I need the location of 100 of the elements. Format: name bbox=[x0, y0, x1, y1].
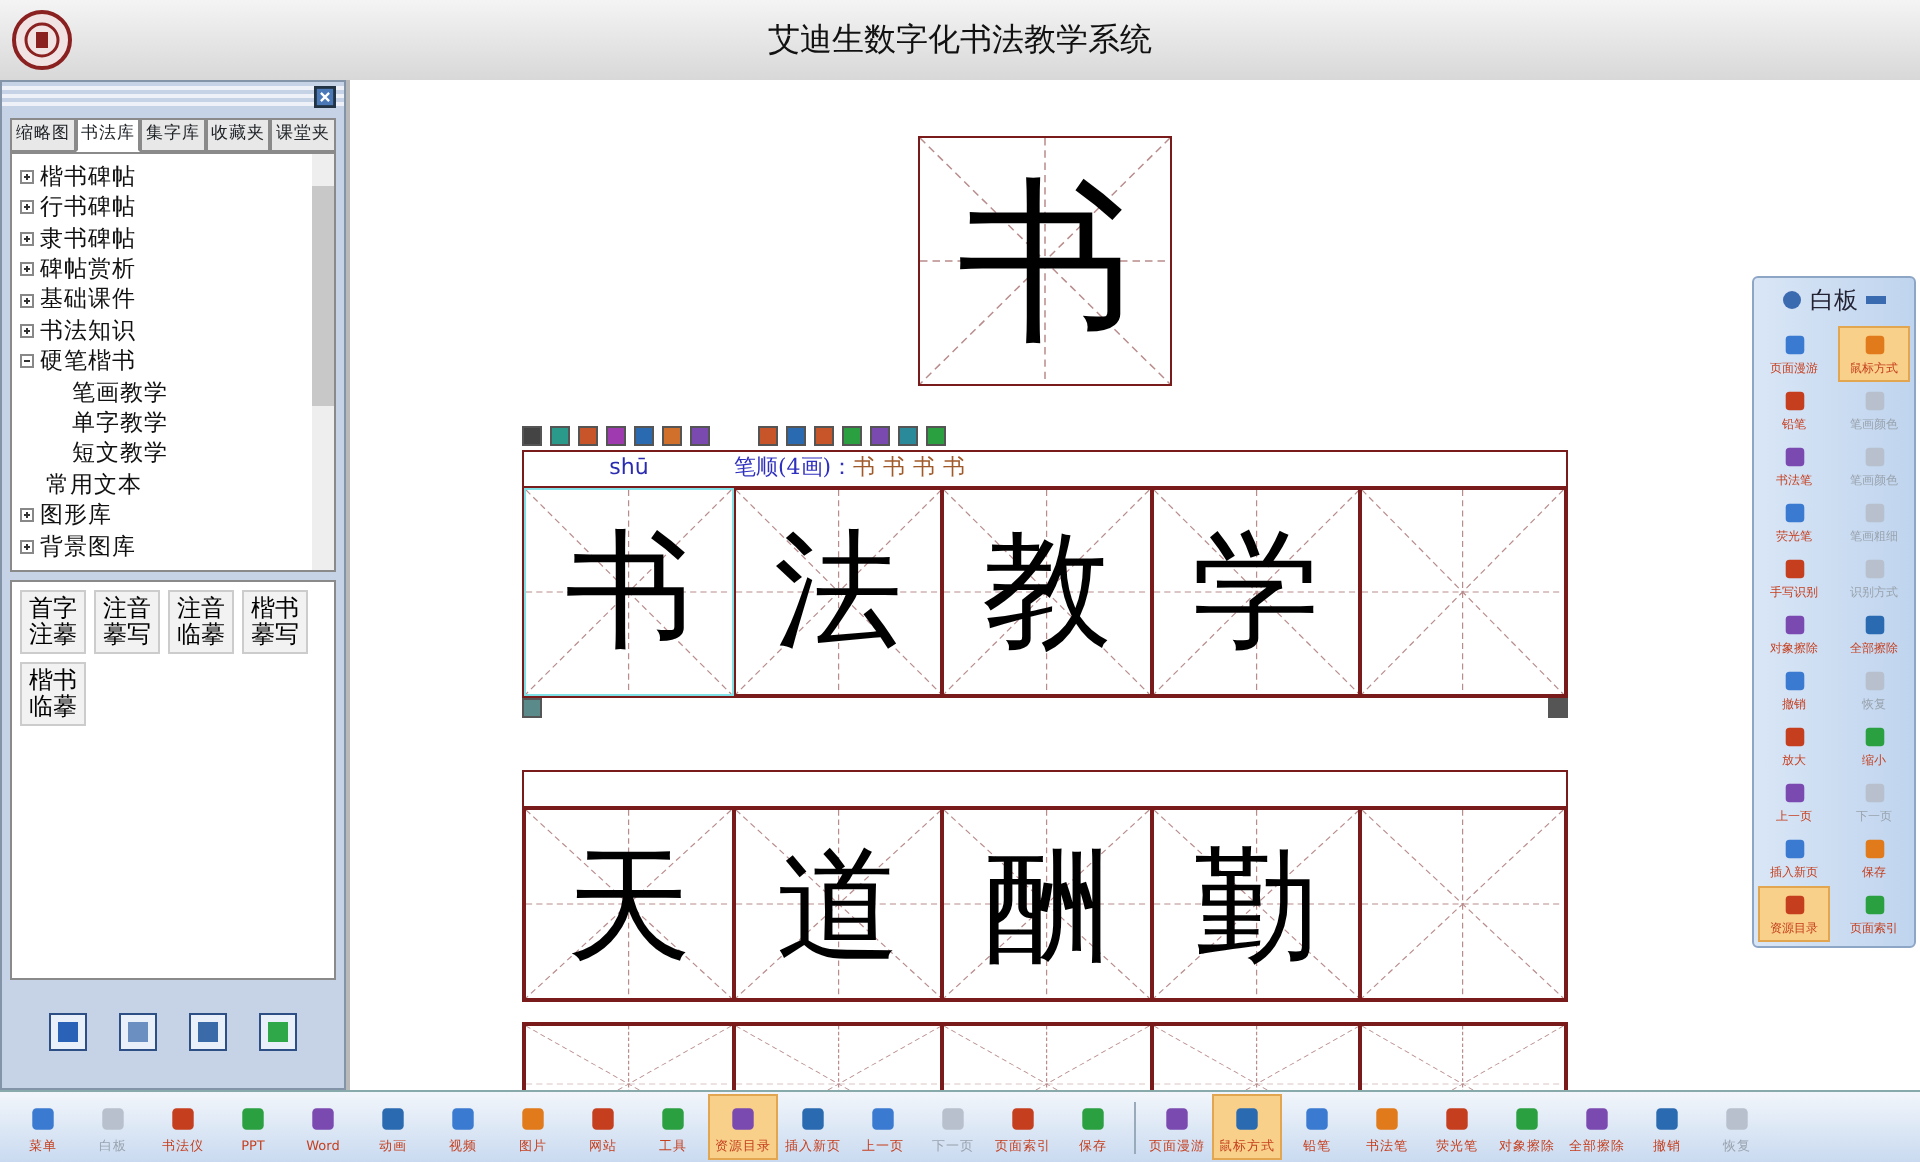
tree-item[interactable]: 基础课件 bbox=[40, 284, 136, 316]
character-cell: 道 bbox=[733, 808, 943, 1000]
expander-icon[interactable] bbox=[20, 231, 34, 246]
color-swatch-icon[interactable] bbox=[662, 426, 682, 446]
tile-icon bbox=[1861, 388, 1887, 414]
handle-icon[interactable] bbox=[1548, 698, 1568, 718]
color-swatch-icon[interactable] bbox=[758, 426, 778, 446]
tile-icon bbox=[518, 1103, 548, 1133]
mode-button[interactable]: 注音 摹写 bbox=[94, 589, 160, 654]
tile-icon bbox=[1781, 668, 1807, 694]
tile-icon bbox=[168, 1103, 198, 1133]
panel-title: 白板 bbox=[1810, 284, 1858, 318]
character-cell: 学 bbox=[1151, 488, 1361, 696]
tile-icon bbox=[1781, 836, 1807, 862]
tree-item[interactable]: 短文教学 bbox=[72, 438, 168, 470]
tile-icon bbox=[1781, 724, 1807, 750]
mode-button[interactable]: 楷书 临摹 bbox=[20, 661, 86, 726]
tile-icon bbox=[378, 1103, 408, 1133]
library-tab[interactable]: 收藏夹 bbox=[205, 118, 271, 152]
color-swatch-icon[interactable] bbox=[690, 426, 710, 446]
expander-icon[interactable] bbox=[20, 293, 34, 308]
tile-icon bbox=[1781, 332, 1807, 358]
tree-item[interactable]: 行书碑帖 bbox=[40, 192, 136, 224]
tile-icon bbox=[448, 1103, 478, 1133]
tile-icon bbox=[1008, 1103, 1038, 1133]
expander-icon[interactable] bbox=[20, 508, 34, 523]
expander-icon[interactable] bbox=[20, 354, 34, 369]
tile-icon bbox=[1861, 556, 1887, 582]
handle-icon[interactable] bbox=[522, 698, 542, 718]
character-cell: 书 bbox=[524, 488, 734, 696]
stroke-step: 书 bbox=[853, 452, 876, 486]
character-cell: 书 bbox=[918, 136, 1172, 386]
character-cell: 酬 bbox=[942, 808, 1152, 1000]
tree-item[interactable]: 单字教学 bbox=[72, 408, 168, 439]
tree-item[interactable]: 碑帖赏析 bbox=[40, 253, 136, 285]
color-swatch-icon[interactable] bbox=[898, 426, 918, 446]
stroke-step: 书 bbox=[913, 452, 936, 486]
library-tab[interactable]: 书法库 bbox=[75, 118, 141, 152]
tile-icon bbox=[238, 1103, 268, 1133]
expander-icon[interactable] bbox=[20, 169, 34, 184]
library-tab[interactable]: 课堂夹 bbox=[270, 118, 336, 152]
expander-icon[interactable] bbox=[20, 262, 34, 277]
tile-icon bbox=[868, 1103, 898, 1133]
tile-icon bbox=[1861, 780, 1887, 806]
mode-button[interactable]: 注音 临摹 bbox=[168, 589, 234, 654]
tree-item[interactable]: 硬笔楷书 bbox=[40, 346, 136, 378]
expander-icon[interactable] bbox=[20, 200, 34, 215]
scrollbar[interactable] bbox=[312, 153, 334, 570]
tile-icon bbox=[588, 1103, 618, 1133]
color-swatch-icon[interactable] bbox=[786, 426, 806, 446]
tree-item[interactable]: 背景图库 bbox=[40, 531, 136, 563]
tile-icon bbox=[798, 1103, 828, 1133]
color-swatch-icon[interactable] bbox=[606, 426, 626, 446]
color-swatch-icon[interactable] bbox=[870, 426, 890, 446]
tree-item[interactable]: 楷书碑帖 bbox=[40, 161, 136, 193]
tile-icon bbox=[98, 1103, 128, 1133]
expander-icon[interactable] bbox=[20, 539, 34, 554]
tile-icon bbox=[938, 1103, 968, 1133]
tile-icon bbox=[1512, 1103, 1542, 1133]
tile-icon bbox=[1781, 388, 1807, 414]
tile-icon bbox=[1861, 724, 1887, 750]
color-swatch-icon[interactable] bbox=[842, 426, 862, 446]
library-tab[interactable]: 缩略图 bbox=[10, 118, 76, 152]
window-title: 艾迪生数字化书法教学系统 bbox=[768, 18, 1152, 62]
stroke-step: 书 bbox=[943, 452, 966, 486]
tree-item[interactable]: 图形库 bbox=[40, 500, 112, 532]
color-swatch-icon[interactable] bbox=[522, 426, 542, 446]
emblem-icon bbox=[12, 10, 72, 70]
character-cell: 勤 bbox=[1151, 808, 1361, 1000]
color-swatch-icon[interactable] bbox=[550, 426, 570, 446]
color-swatch-icon[interactable] bbox=[814, 426, 834, 446]
expander-icon[interactable] bbox=[20, 323, 34, 338]
mode-button[interactable]: 首字 注摹 bbox=[20, 589, 86, 654]
character-cell: 教 bbox=[942, 488, 1152, 696]
tile-icon bbox=[1861, 836, 1887, 862]
tree-item[interactable]: 书法知识 bbox=[40, 315, 136, 347]
tile-icon bbox=[1861, 444, 1887, 470]
tile-icon bbox=[1861, 500, 1887, 526]
tile-icon bbox=[1232, 1103, 1262, 1133]
color-swatch-icon[interactable] bbox=[578, 426, 598, 446]
tile-icon bbox=[1781, 892, 1807, 918]
tile-icon bbox=[1372, 1103, 1402, 1133]
tile-icon bbox=[728, 1103, 758, 1133]
tree-item[interactable]: 隶书碑帖 bbox=[40, 223, 136, 254]
mode-button[interactable]: 楷书 摹写 bbox=[242, 589, 308, 654]
tile-icon bbox=[1861, 668, 1887, 694]
close-icon[interactable] bbox=[314, 85, 336, 107]
color-swatch-icon[interactable] bbox=[926, 426, 946, 446]
stroke-order-label: 笔顺(4画)： bbox=[734, 452, 854, 485]
tile-icon bbox=[1078, 1103, 1108, 1133]
color-swatch-icon[interactable] bbox=[634, 426, 654, 446]
tile-icon bbox=[28, 1103, 58, 1133]
tile-icon bbox=[1781, 444, 1807, 470]
character-cell: 法 bbox=[733, 488, 943, 696]
library-tab[interactable]: 集字库 bbox=[140, 118, 206, 152]
tile-icon bbox=[1442, 1103, 1472, 1133]
tree-item[interactable]: 笔画教学 bbox=[72, 377, 168, 408]
tile-icon bbox=[1652, 1103, 1682, 1133]
tree-item[interactable]: 常用文本 bbox=[46, 469, 142, 501]
pinyin-text: shū bbox=[607, 452, 651, 485]
